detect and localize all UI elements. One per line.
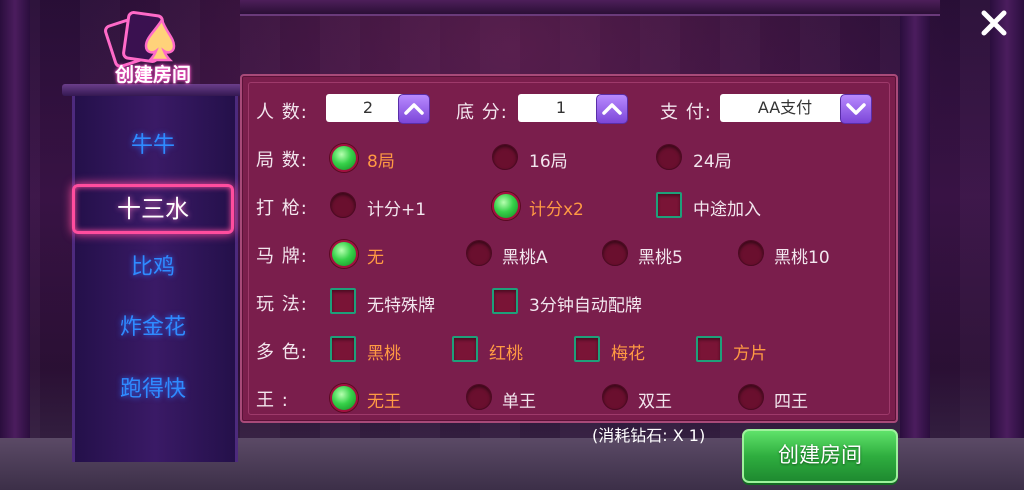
gun-radio-plus1[interactable] (330, 192, 356, 218)
gun-label: 打 枪: (256, 198, 308, 219)
base-score-field[interactable]: 1 (518, 94, 604, 122)
auto-arrange-label[interactable]: 3分钟自动配牌 (529, 291, 642, 316)
horse-card-option-none[interactable]: 无 (367, 243, 384, 268)
payment-label: 支 付: (660, 102, 712, 123)
horse-card-radio-none[interactable] (330, 240, 358, 268)
play-mode-label: 玩 法: (256, 294, 308, 315)
color-diamond-checkbox[interactable] (696, 336, 722, 362)
right-pillar-inner (900, 0, 930, 490)
rounds-option-16[interactable]: 16局 (529, 147, 568, 172)
left-pillar (0, 0, 30, 490)
horse-card-option-spadeA[interactable]: 黑桃A (502, 243, 548, 268)
color-heart-label[interactable]: 红桃 (489, 339, 523, 364)
base-score-label: 底 分: (456, 102, 508, 123)
nav-item-shisanshui[interactable]: 十三水 (72, 184, 234, 234)
players-label: 人 数: (256, 102, 308, 123)
payment-select[interactable]: AA支付 (720, 94, 850, 122)
nav-item-niuniu[interactable]: 牛牛 (78, 124, 228, 168)
rounds-label: 局 数: (256, 150, 308, 171)
horse-card-option-spade10[interactable]: 黑桃10 (774, 243, 830, 268)
rounds-option-24[interactable]: 24局 (693, 147, 732, 172)
base-score-up-button[interactable] (596, 94, 628, 124)
rounds-option-8[interactable]: 8局 (367, 147, 395, 172)
nav-item-biji[interactable]: 比鸡 (78, 246, 228, 290)
horse-card-label: 马 牌: (256, 246, 308, 267)
rounds-radio-24[interactable] (656, 144, 682, 170)
gun-radio-x2[interactable] (492, 192, 520, 220)
rounds-radio-16[interactable] (492, 144, 518, 170)
chevron-up-icon (602, 103, 622, 115)
payment-dropdown-button[interactable] (840, 94, 872, 124)
logo-title: 创建房间 (114, 64, 191, 86)
horse-card-option-spade5[interactable]: 黑桃5 (638, 243, 683, 268)
nav-item-paodekuai[interactable]: 跑得快 (78, 368, 228, 412)
no-special-cards-label[interactable]: 无特殊牌 (367, 291, 435, 316)
auto-arrange-checkbox[interactable] (492, 288, 518, 314)
diamond-cost-text: (消耗钻石: X 1) (592, 426, 706, 445)
join-midway-label[interactable]: 中途加入 (693, 195, 761, 220)
king-option-none[interactable]: 无王 (367, 387, 401, 412)
king-option-single[interactable]: 单王 (502, 387, 536, 412)
king-option-double[interactable]: 双王 (638, 387, 672, 412)
horse-card-radio-spade10[interactable] (738, 240, 764, 266)
horse-card-radio-spade5[interactable] (602, 240, 628, 266)
close-button[interactable] (974, 4, 1014, 42)
gun-option-plus1[interactable]: 计分+1 (367, 195, 426, 220)
right-pillar (990, 0, 1024, 490)
no-special-cards-checkbox[interactable] (330, 288, 356, 314)
chevron-up-icon (404, 103, 424, 115)
color-club-checkbox[interactable] (574, 336, 600, 362)
king-radio-none[interactable] (330, 384, 358, 412)
color-spade-label[interactable]: 黑桃 (367, 339, 401, 364)
top-bar (240, 0, 940, 16)
color-club-label[interactable]: 梅花 (611, 339, 645, 364)
color-spade-checkbox[interactable] (330, 336, 356, 362)
king-option-four[interactable]: 四王 (774, 387, 808, 412)
king-label: 王 : (256, 390, 289, 411)
gun-option-x2[interactable]: 计分x2 (529, 195, 584, 220)
king-radio-double[interactable] (602, 384, 628, 410)
players-up-button[interactable] (398, 94, 430, 124)
king-radio-four[interactable] (738, 384, 764, 410)
color-heart-checkbox[interactable] (452, 336, 478, 362)
multi-color-label: 多 色: (256, 342, 308, 363)
chevron-down-icon (846, 103, 866, 115)
color-diamond-label[interactable]: 方片 (733, 339, 767, 364)
king-radio-single[interactable] (466, 384, 492, 410)
create-room-button[interactable]: 创建房间 (742, 429, 898, 483)
close-icon (981, 10, 1007, 36)
rounds-radio-8[interactable] (330, 144, 358, 172)
join-midway-checkbox[interactable] (656, 192, 682, 218)
horse-card-radio-spadeA[interactable] (466, 240, 492, 266)
nav-item-zhajinhua[interactable]: 炸金花 (78, 306, 228, 350)
